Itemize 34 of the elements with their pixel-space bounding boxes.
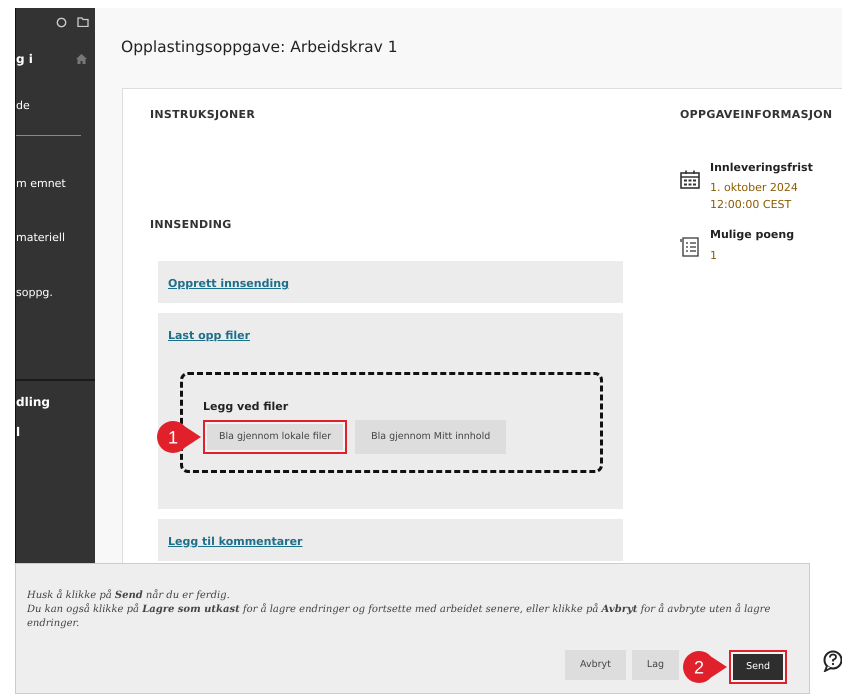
footer-button[interactable]: Lag: [632, 650, 680, 680]
sidebar-item[interactable]: materiell: [16, 230, 95, 246]
section-link[interactable]: Opprett innsending: [168, 277, 289, 290]
page-title: Opplastingsoppgave: Arbeidskrav 1: [120, 37, 399, 58]
section-link[interactable]: Legg til kommentarer: [168, 534, 302, 548]
info-value: 12:00:00 CEST: [710, 196, 792, 212]
browse-button[interactable]: Bla gjennom lokale filer: [203, 420, 348, 454]
browse-button[interactable]: Bla gjennom Mitt innhold: [355, 420, 506, 454]
help-icon[interactable]: [822, 650, 842, 672]
checklist-icon: [680, 237, 700, 257]
sidebar-item[interactable]: m emnet: [16, 176, 95, 192]
sidebar-heading[interactable]: l: [16, 423, 20, 441]
send-button[interactable]: Send: [729, 650, 787, 684]
instruction-text: Husk å klikke på Send når du er ferdig.: [27, 589, 231, 603]
callout-badge: 1: [157, 420, 201, 453]
footer-button[interactable]: Avbryt: [565, 650, 626, 680]
section-heading: OPPGAVEINFORMASJON: [680, 107, 834, 123]
folder-icon[interactable]: [77, 17, 89, 27]
sidebar-item[interactable]: soppg.: [16, 284, 95, 301]
section-link[interactable]: Last opp filer: [168, 329, 250, 342]
info-label: Mulige poeng: [710, 227, 794, 243]
info-value: 1: [710, 248, 718, 264]
instruction-text: Du kan også klikke på Lagre som utkast for å lagre endringer og fortsette med arbeidet senere, eller klikke på Avbryt for å avbryte uten å lagre endringer.: [27, 603, 772, 631]
info-value: 1. oktober 2024: [710, 180, 799, 196]
home-icon[interactable]: [76, 54, 87, 64]
info-label: Innleveringsfrist: [710, 160, 813, 176]
sidebar-item[interactable]: de: [16, 98, 95, 114]
calendar-icon: [680, 170, 700, 190]
callout-badge: 2: [683, 650, 728, 683]
section-heading: INNSENDING: [150, 216, 233, 232]
sidebar-heading[interactable]: dling: [16, 393, 50, 411]
section-heading: INSTRUKSJONER: [150, 107, 256, 123]
dropzone-label: Legg ved filer: [203, 399, 290, 415]
sidebar-heading[interactable]: g i: [16, 50, 33, 68]
